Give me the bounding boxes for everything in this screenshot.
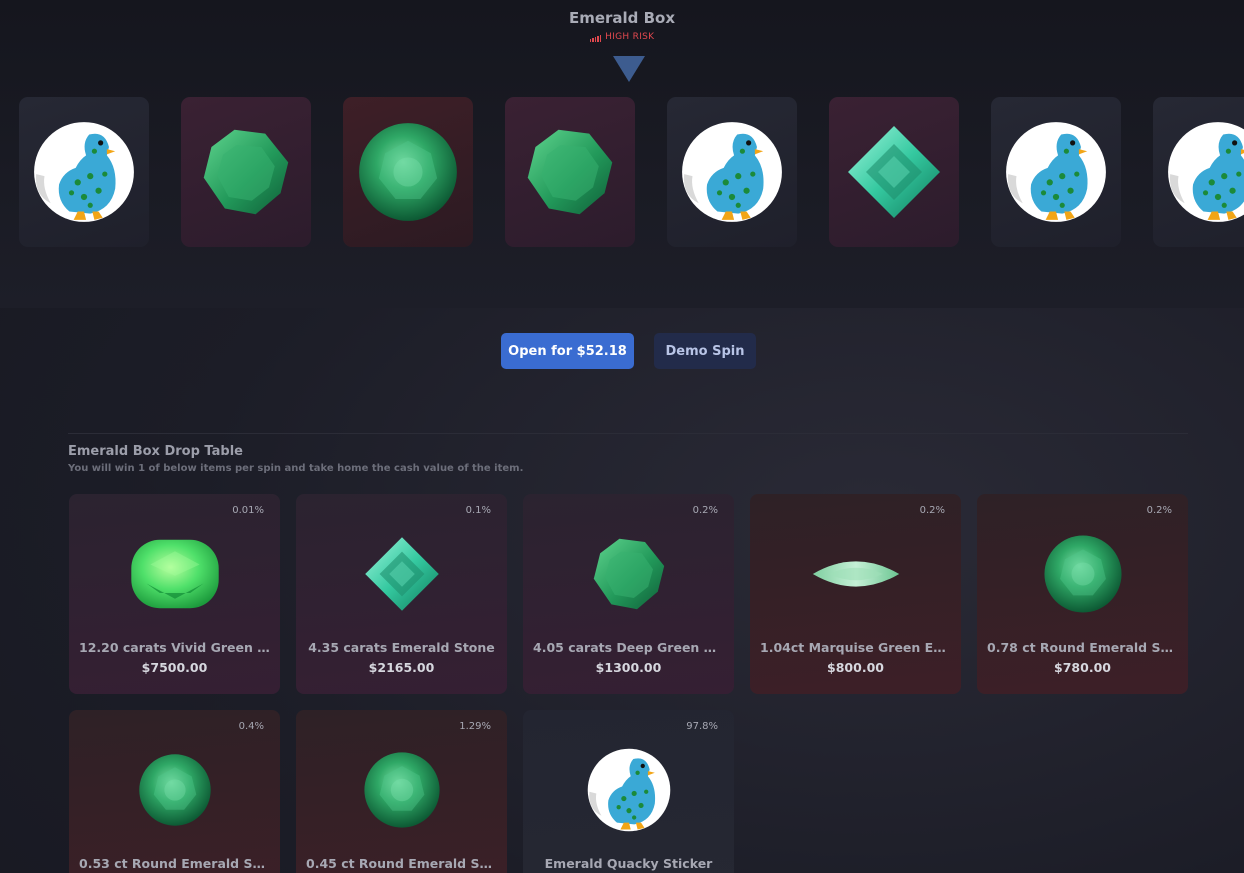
drop-item-name: 12.20 carats Vivid Green Colombian Emera… [79, 640, 270, 655]
spinner-item [343, 97, 473, 247]
drop-item-name: 1.04ct Marquise Green Emerald [760, 640, 951, 655]
drop-item-card[interactable]: 0.2% 4.05 carats Deep Green Emerald $130… [523, 494, 734, 694]
drop-chance: 0.4% [238, 721, 264, 732]
emerald-cushion-icon [130, 539, 219, 609]
drop-item-price: $780.00 [1054, 660, 1111, 675]
drop-item-name: 4.05 carats Deep Green Emerald [533, 640, 724, 655]
drop-chance: 1.29% [459, 721, 491, 732]
open-box-button[interactable]: Open for $52.18 [501, 333, 634, 369]
emerald-round-icon [359, 123, 457, 221]
drop-item-price: $2165.00 [368, 660, 435, 675]
down-triangle-icon [613, 56, 645, 82]
signal-bars-icon [589, 32, 603, 42]
drop-item-card[interactable]: 1.29% 0.45 ct Round Emerald Stone [296, 710, 507, 873]
drop-item-card[interactable]: 0.2% 1.04ct Marquise Green Emerald $800.… [750, 494, 961, 694]
drop-chance: 0.01% [232, 505, 264, 516]
drop-table-subtitle: You will win 1 of below items per spin a… [68, 463, 524, 474]
duck-sticker-icon [34, 122, 134, 222]
spinner-item [667, 97, 797, 247]
emerald-round-icon [1043, 535, 1122, 613]
emerald-octagon-icon [203, 129, 289, 215]
drop-chance: 0.2% [1146, 505, 1172, 516]
drop-item-card[interactable]: 0.4% 0.53 ct Round Emerald Stone [69, 710, 280, 873]
drop-item-card[interactable]: 0.2% 0.78 ct Round Emerald Stone $780.00 [977, 494, 1188, 694]
drop-item-name: 0.53 ct Round Emerald Stone [79, 856, 270, 871]
emerald-round-icon [138, 754, 211, 826]
spinner-item [181, 97, 311, 247]
drop-item-card[interactable]: 0.1% 4.35 carats Emerald Stone $2165.00 [296, 494, 507, 694]
drop-chance: 0.2% [919, 505, 945, 516]
duck-sticker-icon [587, 748, 670, 832]
drop-item-card[interactable]: 97.8% Emerald Quacky Sticker [523, 710, 734, 873]
spinner-item [505, 97, 635, 247]
spinner-item [829, 97, 959, 247]
drop-chance: 97.8% [686, 721, 718, 732]
drop-item-price: $1300.00 [595, 660, 662, 675]
drop-table-title: Emerald Box Drop Table [68, 444, 243, 459]
emerald-octagon-icon [527, 129, 613, 215]
emerald-square-icon [364, 537, 439, 611]
drop-item-name: Emerald Quacky Sticker [544, 856, 713, 871]
drop-chance: 0.2% [692, 505, 718, 516]
drop-item-name: 0.45 ct Round Emerald Stone [306, 856, 497, 871]
drop-item-name: 0.78 ct Round Emerald Stone [987, 640, 1178, 655]
spinner-item [1153, 97, 1244, 247]
spinner-item [19, 97, 149, 247]
spinner-strip [19, 97, 1244, 247]
risk-indicator: HIGH RISK [0, 32, 1244, 42]
spinner-item [991, 97, 1121, 247]
emerald-marquise-icon [812, 561, 899, 587]
section-divider [68, 433, 1188, 434]
demo-spin-button[interactable]: Demo Spin [654, 333, 756, 369]
emerald-square-icon [848, 126, 940, 218]
drop-item-price: $800.00 [827, 660, 884, 675]
duck-sticker-icon [1168, 122, 1244, 222]
box-title: Emerald Box [568, 9, 676, 27]
drop-item-card[interactable]: 0.01% 12.20 carats Vivid Green Colombian… [69, 494, 280, 694]
emerald-octagon-icon [593, 538, 664, 610]
duck-sticker-icon [1006, 122, 1106, 222]
emerald-round-icon [363, 752, 440, 828]
duck-sticker-icon [682, 122, 782, 222]
risk-label: HIGH RISK [605, 32, 655, 42]
drop-item-price: $7500.00 [141, 660, 208, 675]
drop-chance: 0.1% [465, 505, 491, 516]
drop-item-name: 4.35 carats Emerald Stone [308, 640, 495, 655]
